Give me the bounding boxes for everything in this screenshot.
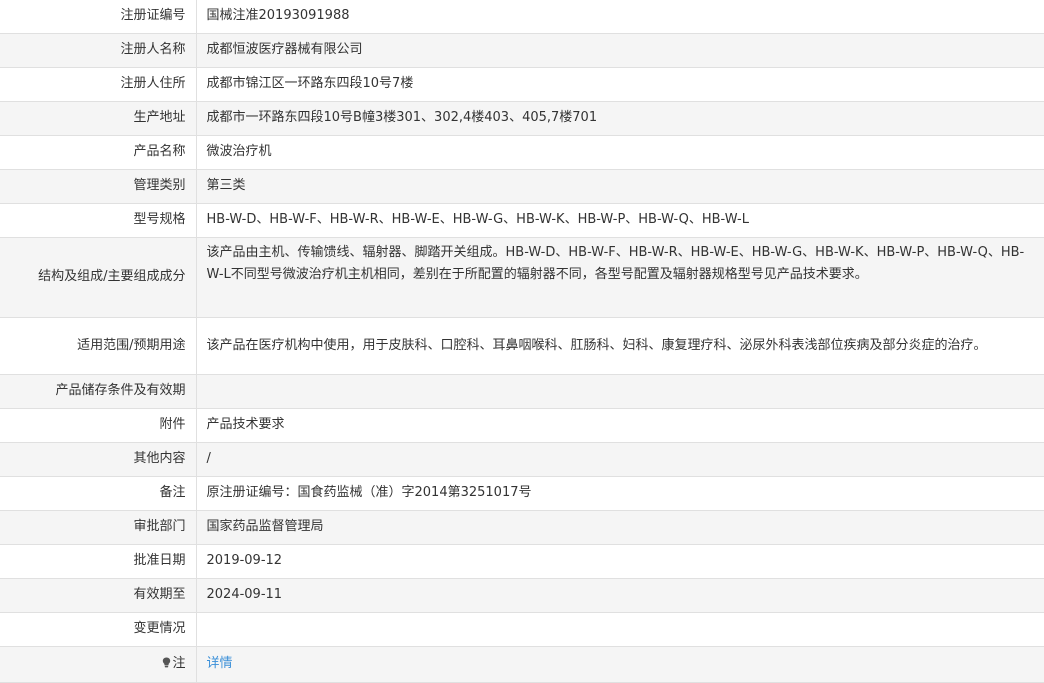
row-note: 注 详情 [0,646,1044,683]
label-product-name: 产品名称 [0,135,197,170]
label-storage-conditions: 产品储存条件及有效期 [0,374,197,409]
value-management-category: 第三类 [196,169,1044,204]
registration-detail-table: 注册证编号 国械注准20193091988 注册人名称 成都恒波医疗器械有限公司… [0,0,1044,683]
value-approval-date: 2019-09-12 [196,544,1044,579]
row-change-status: 变更情况 [0,612,1044,647]
row-model-spec: 型号规格 HB-W-D、HB-W-F、HB-W-R、HB-W-E、HB-W-G、… [0,203,1044,238]
row-valid-until: 有效期至 2024-09-11 [0,578,1044,613]
label-structure-composition: 结构及组成/主要组成成分 [0,237,197,318]
row-approval-department: 审批部门 国家药品监督管理局 [0,510,1044,545]
label-remarks: 备注 [0,476,197,511]
label-approval-date: 批准日期 [0,544,197,579]
label-attachment: 附件 [0,408,197,443]
row-management-category: 管理类别 第三类 [0,169,1044,204]
value-remarks: 原注册证编号：国食药监械（准）字2014第3251017号 [196,476,1044,511]
label-registrant-name: 注册人名称 [0,33,197,68]
label-management-category: 管理类别 [0,169,197,204]
value-intended-use: 该产品在医疗机构中使用，用于皮肤科、口腔科、耳鼻咽喉科、肛肠科、妇科、康复理疗科… [196,317,1044,375]
label-model-spec: 型号规格 [0,203,197,238]
note-label: 注 [172,656,186,671]
row-structure-composition: 结构及组成/主要组成成分 该产品由主机、传输馈线、辐射器、脚踏开关组成。HB-W… [0,237,1044,318]
structure-composition-text: 该产品由主机、传输馈线、辐射器、脚踏开关组成。HB-W-D、HB-W-F、HB-… [206,244,1025,282]
lightbulb-icon [163,657,171,668]
details-link[interactable]: 详情 [207,656,233,671]
label-registrant-address: 注册人住所 [0,67,197,102]
value-valid-until: 2024-09-11 [196,578,1044,613]
row-registrant-name: 注册人名称 成都恒波医疗器械有限公司 [0,33,1044,68]
label-production-address: 生产地址 [0,101,197,136]
value-product-name: 微波治疗机 [196,135,1044,170]
row-attachment: 附件 产品技术要求 [0,408,1044,443]
value-other-content: / [196,442,1044,477]
row-other-content: 其他内容 / [0,442,1044,477]
value-attachment: 产品技术要求 [196,408,1044,443]
row-intended-use: 适用范围/预期用途 该产品在医疗机构中使用，用于皮肤科、口腔科、耳鼻咽喉科、肛肠… [0,317,1044,375]
label-change-status: 变更情况 [0,612,197,647]
row-approval-date: 批准日期 2019-09-12 [0,544,1044,579]
value-registration-number: 国械注准20193091988 [196,0,1044,34]
row-remarks: 备注 原注册证编号：国食药监械（准）字2014第3251017号 [0,476,1044,511]
label-registration-number: 注册证编号 [0,0,197,34]
value-production-address: 成都市一环路东四段10号B幢3楼301、302,4楼403、405,7楼701 [196,101,1044,136]
row-registration-number: 注册证编号 国械注准20193091988 [0,0,1044,34]
label-other-content: 其他内容 [0,442,197,477]
row-production-address: 生产地址 成都市一环路东四段10号B幢3楼301、302,4楼403、405,7… [0,101,1044,136]
label-approval-department: 审批部门 [0,510,197,545]
value-storage-conditions [196,374,1044,409]
value-model-spec: HB-W-D、HB-W-F、HB-W-R、HB-W-E、HB-W-G、HB-W-… [196,203,1044,238]
label-intended-use: 适用范围/预期用途 [0,317,197,375]
label-valid-until: 有效期至 [0,578,197,613]
row-storage-conditions: 产品储存条件及有效期 [0,374,1044,409]
row-registrant-address: 注册人住所 成都市锦江区一环路东四段10号7楼 [0,67,1044,102]
value-registrant-address: 成都市锦江区一环路东四段10号7楼 [196,67,1044,102]
label-note: 注 [0,646,197,683]
value-approval-department: 国家药品监督管理局 [196,510,1044,545]
value-change-status [196,612,1044,647]
value-note: 详情 [196,646,1044,683]
value-registrant-name: 成都恒波医疗器械有限公司 [196,33,1044,68]
row-product-name: 产品名称 微波治疗机 [0,135,1044,170]
value-structure-composition: 该产品由主机、传输馈线、辐射器、脚踏开关组成。HB-W-D、HB-W-F、HB-… [196,237,1044,318]
